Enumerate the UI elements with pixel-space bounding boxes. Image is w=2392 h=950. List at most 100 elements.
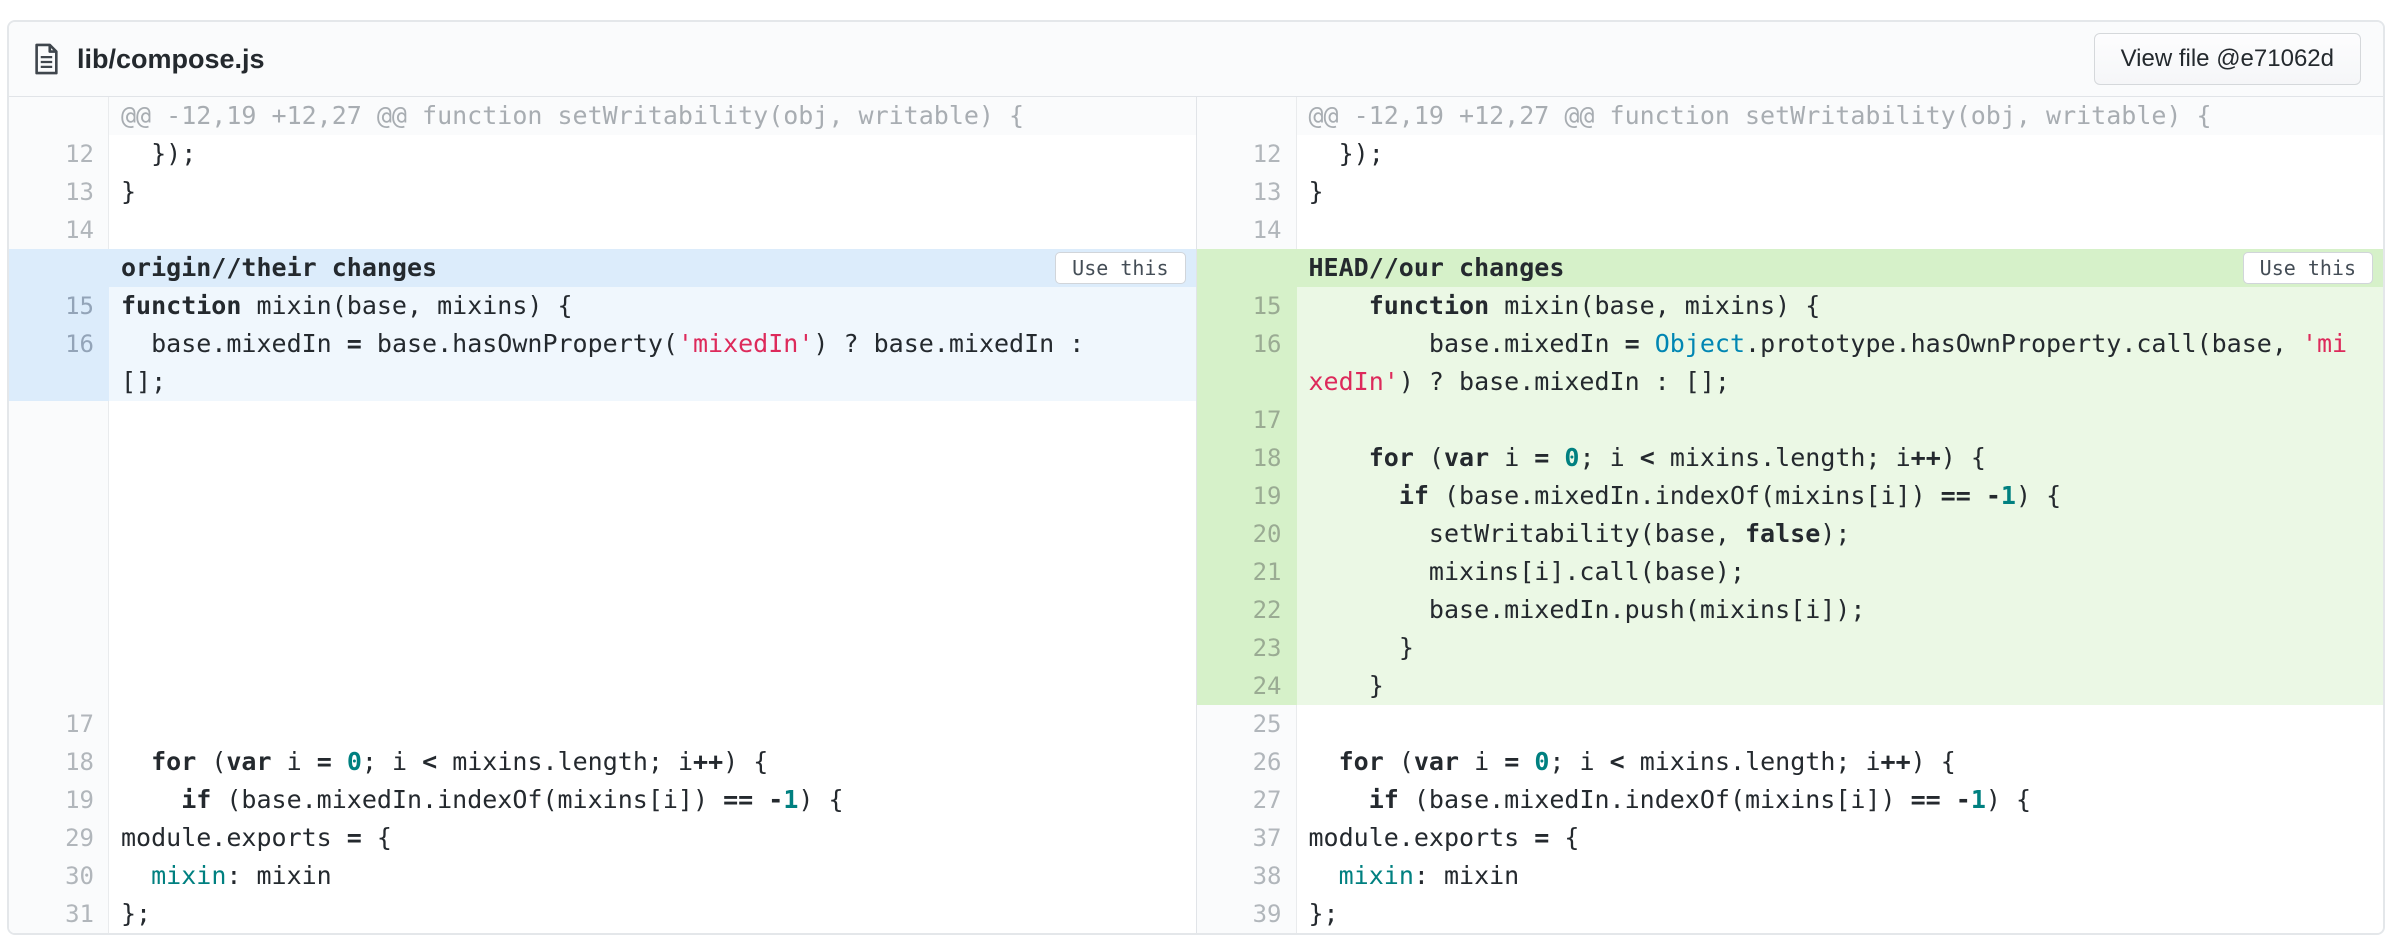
line-number-gutter: 22	[1197, 591, 1297, 629]
line-number-gutter: 14	[1197, 211, 1297, 249]
code-row: 18 for (var i = 0; i < mixins.length; i+…	[1197, 439, 2384, 477]
hunk-header-row: @@ -12,19 +12,27 @@ function setWritabil…	[9, 97, 1196, 135]
code-line: base.mixedIn.push(mixins[i]);	[1297, 591, 2384, 629]
line-number-gutter: 17	[1197, 401, 1297, 439]
file-icon	[31, 41, 61, 77]
code-row: 29module.exports = {	[9, 819, 1196, 857]
code-line: if (base.mixedIn.indexOf(mixins[i]) == -…	[1297, 477, 2384, 515]
code-row: 14	[9, 211, 1196, 249]
alignment-spacer-row	[9, 401, 1196, 705]
line-number-gutter: 15	[1197, 287, 1297, 325]
code-row: 31};	[9, 895, 1196, 933]
code-row: 12 });	[9, 135, 1196, 173]
code-row: 37module.exports = {	[1197, 819, 2384, 857]
code-line: }	[1297, 629, 2384, 667]
conflict-source-label: HEAD//our changes	[1297, 249, 2384, 287]
code-line: for (var i = 0; i < mixins.length; i++) …	[1297, 439, 2384, 477]
code-row: 15function mixin(base, mixins) {	[9, 287, 1196, 325]
line-number-gutter: 26	[1197, 743, 1297, 781]
file-path-title: lib/compose.js	[77, 44, 265, 75]
code-row: 12 });	[1197, 135, 2384, 173]
code-line: mixins[i].call(base);	[1297, 553, 2384, 591]
line-number-gutter: 21	[1197, 553, 1297, 591]
line-number-gutter: 24	[1197, 667, 1297, 705]
code-line	[109, 705, 1196, 743]
code-row: 21 mixins[i].call(base);	[1197, 553, 2384, 591]
code-row: 19 if (base.mixedIn.indexOf(mixins[i]) =…	[9, 781, 1196, 819]
line-number-gutter	[1197, 249, 1297, 287]
code-row: 15 function mixin(base, mixins) {	[1197, 287, 2384, 325]
code-row: 17	[9, 705, 1196, 743]
line-number-gutter: 16	[9, 325, 109, 401]
line-number-gutter: 38	[1197, 857, 1297, 895]
code-row: 23 }	[1197, 629, 2384, 667]
code-line	[109, 211, 1196, 249]
split-diff: @@ -12,19 +12,27 @@ function setWritabil…	[9, 97, 2383, 933]
code-line: module.exports = {	[1297, 819, 2384, 857]
code-row: 30 mixin: mixin	[9, 857, 1196, 895]
code-row: 13}	[1197, 173, 2384, 211]
conflict-source-label: origin//their changes	[109, 249, 1196, 287]
code-line: });	[1297, 135, 2384, 173]
line-number-gutter: 39	[1197, 895, 1297, 933]
code-line: });	[109, 135, 1196, 173]
line-number-gutter: 29	[9, 819, 109, 857]
line-number-gutter: 30	[9, 857, 109, 895]
code-line: setWritability(base, false);	[1297, 515, 2384, 553]
code-row: 19 if (base.mixedIn.indexOf(mixins[i]) =…	[1197, 477, 2384, 515]
code-line: if (base.mixedIn.indexOf(mixins[i]) == -…	[109, 781, 1196, 819]
line-number-gutter: 17	[9, 705, 109, 743]
line-number-gutter: 16	[1197, 325, 1297, 401]
code-row: 13}	[9, 173, 1196, 211]
code-row: 39};	[1197, 895, 2384, 933]
hunk-header-row: @@ -12,19 +12,27 @@ function setWritabil…	[1197, 97, 2384, 135]
line-number-gutter	[9, 249, 109, 287]
line-number-gutter: 27	[1197, 781, 1297, 819]
code-line: base.mixedIn = Object.prototype.hasOwnPr…	[1297, 325, 2384, 401]
code-line: function mixin(base, mixins) {	[1297, 287, 2384, 325]
line-number-gutter: 19	[9, 781, 109, 819]
code-row: 14	[1197, 211, 2384, 249]
line-number-gutter: 18	[9, 743, 109, 781]
code-row: 25	[1197, 705, 2384, 743]
code-line: mixin: mixin	[1297, 857, 2384, 895]
left-pane-their-changes: @@ -12,19 +12,27 @@ function setWritabil…	[9, 97, 1196, 933]
line-number-gutter: 19	[1197, 477, 1297, 515]
empty-code-area	[109, 401, 1196, 705]
code-row: 16 base.mixedIn = base.hasOwnProperty('m…	[9, 325, 1196, 401]
line-number-gutter: 20	[1197, 515, 1297, 553]
line-number-gutter: 23	[1197, 629, 1297, 667]
code-line: function mixin(base, mixins) {	[109, 287, 1196, 325]
file-diff-card: lib/compose.js View file @e71062d @@ -12…	[7, 20, 2385, 935]
code-row: 20 setWritability(base, false);	[1197, 515, 2384, 553]
code-line: mixin: mixin	[109, 857, 1196, 895]
line-number-gutter: 25	[1197, 705, 1297, 743]
line-number-gutter: 12	[1197, 135, 1297, 173]
line-number-gutter: 14	[9, 211, 109, 249]
line-number-gutter: 15	[9, 287, 109, 325]
line-number-gutter: 12	[9, 135, 109, 173]
code-row: 16 base.mixedIn = Object.prototype.hasOw…	[1197, 325, 2384, 401]
hunk-header-text: @@ -12,19 +12,27 @@ function setWritabil…	[1297, 97, 2384, 135]
line-number-gutter	[9, 401, 109, 705]
hunk-header-text: @@ -12,19 +12,27 @@ function setWritabil…	[109, 97, 1196, 135]
code-line: };	[1297, 895, 2384, 933]
view-file-button[interactable]: View file @e71062d	[2094, 33, 2361, 85]
line-number-gutter	[1197, 97, 1297, 135]
code-line	[1297, 705, 2384, 743]
code-row: 24 }	[1197, 667, 2384, 705]
line-number-gutter: 13	[9, 173, 109, 211]
code-line: }	[1297, 173, 2384, 211]
code-line: }	[1297, 667, 2384, 705]
code-line: module.exports = {	[109, 819, 1196, 857]
line-number-gutter: 37	[1197, 819, 1297, 857]
code-line: };	[109, 895, 1196, 933]
line-number-gutter	[9, 97, 109, 135]
use-this-button-right[interactable]: Use this	[2243, 252, 2373, 284]
conflict-header-row-left: origin//their changesUse this	[9, 249, 1196, 287]
conflict-header-row-right: HEAD//our changesUse this	[1197, 249, 2384, 287]
code-line	[1297, 211, 2384, 249]
use-this-button-left[interactable]: Use this	[1055, 252, 1185, 284]
code-row: 26 for (var i = 0; i < mixins.length; i+…	[1197, 743, 2384, 781]
line-number-gutter: 31	[9, 895, 109, 933]
